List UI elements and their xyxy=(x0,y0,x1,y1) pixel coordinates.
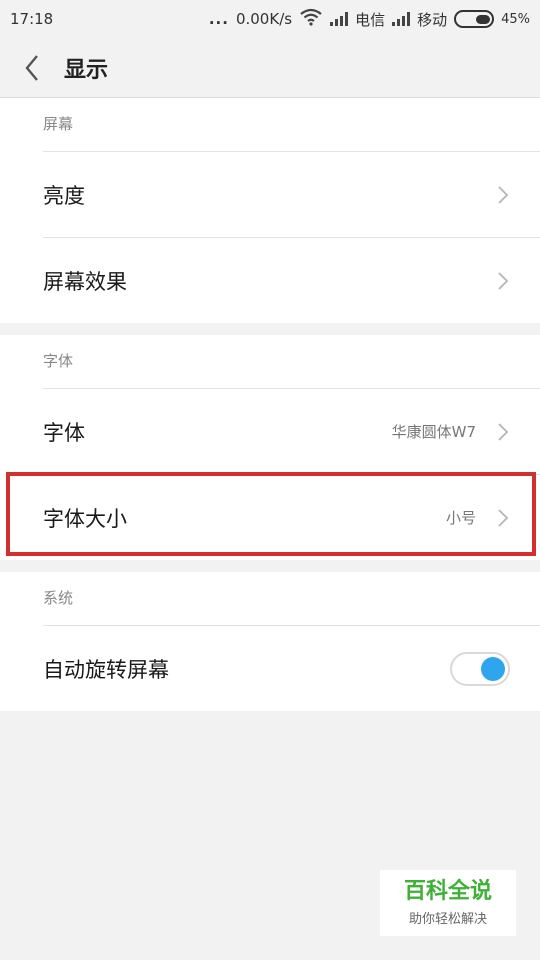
row-label: 亮度 xyxy=(43,183,85,208)
row-value: 华康圆体W7 xyxy=(391,423,476,441)
toggle-knob xyxy=(481,656,505,681)
font-section: 字体 字体 华康圆体W7 字体大小 小号 xyxy=(0,335,540,560)
section-header-screen: 屏幕 xyxy=(43,115,74,133)
signal-icon xyxy=(392,12,411,26)
row-label: 字体 xyxy=(43,420,85,445)
battery-percent: 45% xyxy=(501,11,530,27)
watermark-subtitle: 助你轻松解决 xyxy=(408,912,487,927)
carrier2-label: 移动 xyxy=(417,10,448,29)
app-bar: 显示 xyxy=(0,38,540,98)
status-time: 17:18 xyxy=(10,10,54,28)
back-button[interactable] xyxy=(0,38,64,98)
auto-rotate-row[interactable]: 自动旋转屏幕 xyxy=(43,625,540,711)
battery-icon xyxy=(454,10,495,28)
network-speed: 0.00K/s xyxy=(235,10,293,28)
wifi-icon xyxy=(299,8,323,30)
status-bar: 17:18 ... 0.00K/s 电信 移动 45% xyxy=(0,0,540,38)
signal-icon xyxy=(330,12,349,26)
font-size-row[interactable]: 字体大小 小号 xyxy=(43,474,540,560)
page-title: 显示 xyxy=(64,57,109,83)
chevron-right-icon xyxy=(496,508,510,528)
row-label: 屏幕效果 xyxy=(43,269,127,294)
chevron-right-icon xyxy=(496,185,510,205)
row-value: 小号 xyxy=(445,509,476,527)
brightness-row[interactable]: 亮度 xyxy=(43,151,540,237)
watermark-title: 百科全说 xyxy=(403,879,492,904)
screen-effect-row[interactable]: 屏幕效果 xyxy=(43,237,540,323)
carrier1-label: 电信 xyxy=(355,10,386,29)
font-row[interactable]: 字体 华康圆体W7 xyxy=(43,388,540,474)
chevron-right-icon xyxy=(496,422,510,442)
status-icons: ... 0.00K/s 电信 移动 45% xyxy=(209,8,530,30)
auto-rotate-toggle[interactable] xyxy=(450,651,510,686)
watermark: 百科全说 助你轻松解决 xyxy=(380,870,516,936)
screen-section: 屏幕 亮度 屏幕效果 xyxy=(0,98,540,323)
row-label: 字体大小 xyxy=(43,506,127,531)
notification-dots: ... xyxy=(208,10,229,28)
section-header-font: 字体 xyxy=(43,352,74,370)
system-section: 系统 自动旋转屏幕 xyxy=(0,572,540,711)
chevron-left-icon xyxy=(25,54,38,81)
section-header-system: 系统 xyxy=(43,589,74,607)
row-label: 自动旋转屏幕 xyxy=(43,657,169,682)
chevron-right-icon xyxy=(496,271,510,291)
